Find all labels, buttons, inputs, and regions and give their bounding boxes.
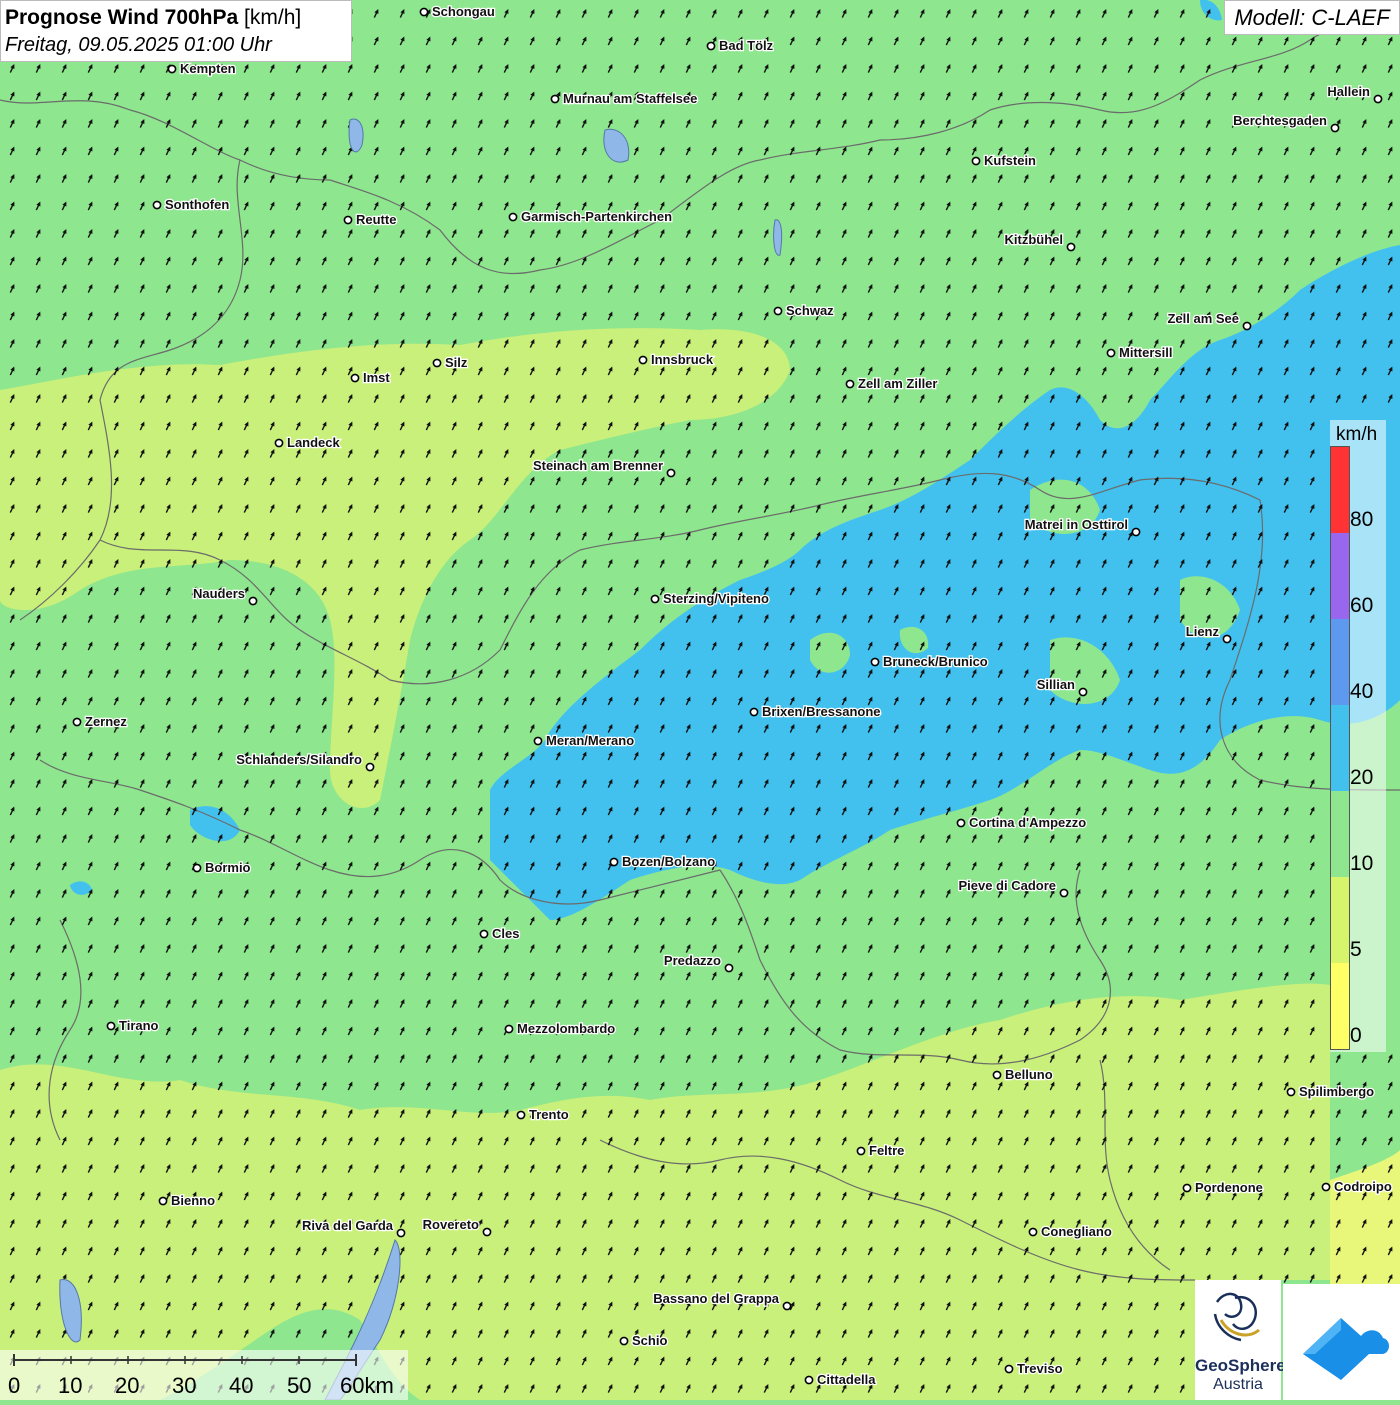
wind-map[interactable]: SchongauBad TölzKemptenMurnau am Staffel… (0, 0, 1400, 1400)
